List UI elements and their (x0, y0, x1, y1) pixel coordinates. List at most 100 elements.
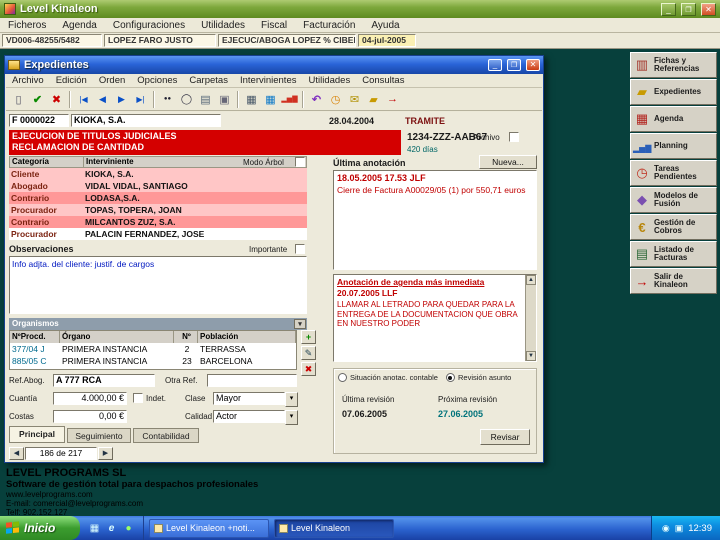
procedure-row[interactable]: 377/04 J PRIMERA INSTANCIA 2 TERRASSA (10, 343, 296, 355)
revisar-button[interactable]: Revisar (480, 429, 530, 445)
quick-ref-field[interactable]: VD006-48255/5482 (2, 34, 102, 47)
next-record-icon[interactable] (112, 90, 131, 109)
binoculars-search-icon[interactable] (158, 90, 177, 109)
menu-intervinientes[interactable]: Intervinientes (234, 75, 303, 86)
menu-consultas[interactable]: Consultas (356, 75, 410, 86)
scroll-down-icon[interactable]: ▼ (526, 351, 536, 361)
tab-contabilidad[interactable]: Contabilidad (133, 428, 199, 443)
exit-icon[interactable] (383, 90, 402, 109)
party-row[interactable]: Cliente KIOKA, S.A. (9, 168, 307, 180)
history-clock-icon[interactable] (326, 90, 345, 109)
procedure-add-button[interactable] (301, 330, 316, 344)
close-button[interactable] (526, 59, 540, 71)
taskbar-item-kinaleon-secondary[interactable]: Level Kinaleon +noti... (149, 518, 269, 538)
calculator-icon[interactable] (242, 90, 261, 109)
case-code-field[interactable]: F 0000022 (9, 114, 69, 127)
previous-record-icon[interactable] (93, 90, 112, 109)
procedure-row[interactable]: 885/05 C PRIMERA INSTANCIA 23 BARCELONA (10, 355, 296, 367)
print-icon[interactable] (215, 90, 234, 109)
party-row[interactable]: Contrario MILCANTOS ZUZ, S.A. (9, 216, 307, 228)
menu-utilidades[interactable]: Utilidades (302, 75, 356, 86)
ref-abog-field[interactable]: A 777 RCA (53, 374, 155, 387)
maximize-button[interactable] (681, 2, 696, 16)
restore-button[interactable] (507, 59, 521, 71)
case-client-field[interactable]: KIOKA, S.A. (71, 114, 221, 127)
table-icon[interactable] (261, 90, 280, 109)
chevron-down-icon[interactable]: ▾ (285, 410, 298, 425)
preview-icon[interactable] (196, 90, 215, 109)
nueva-anotacion-button[interactable]: Nueva... (479, 155, 537, 169)
radio-selected-icon[interactable] (445, 373, 455, 382)
chart-icon[interactable] (280, 90, 299, 109)
sidebar-item-gestion-cobros[interactable]: Gestión de Cobros (630, 214, 717, 240)
sidebar-item-tareas-pendientes[interactable]: Tareas Pendientes (630, 160, 717, 186)
chevron-down-icon[interactable]: ▾ (294, 319, 306, 329)
sidebar-item-planning[interactable]: Planning (630, 133, 717, 159)
menu-fiscal[interactable]: Fiscal (253, 20, 295, 31)
start-button[interactable]: Inicio (0, 516, 80, 540)
zoom-icon[interactable] (177, 90, 196, 109)
scrollbar[interactable]: ▲ ▼ (525, 275, 536, 361)
messenger-icon[interactable]: ● (122, 523, 135, 534)
mail-icon[interactable] (345, 90, 364, 109)
otra-ref-field[interactable] (207, 374, 297, 387)
menu-carpetas[interactable]: Carpetas (183, 75, 234, 86)
quick-subject-field[interactable]: EJECUC/ABOGA LOPEZ % CIBER (218, 34, 356, 47)
undo-icon[interactable] (307, 90, 326, 109)
situacion-contable-option[interactable]: Situación anotac. contable (338, 373, 438, 382)
next-record-button[interactable] (98, 447, 113, 460)
menu-ayuda[interactable]: Ayuda (363, 20, 407, 31)
sidebar-item-salir[interactable]: Salir de Kinaleon (630, 268, 717, 294)
menu-opciones[interactable]: Opciones (131, 75, 183, 86)
sidebar-item-agenda[interactable]: Agenda (630, 106, 717, 132)
menu-configuraciones[interactable]: Configuraciones (105, 20, 193, 31)
importante-checkbox[interactable] (295, 244, 305, 254)
revision-asunto-option[interactable]: Revisión asunto (445, 373, 511, 382)
menu-agenda[interactable]: Agenda (54, 20, 104, 31)
browser-icon[interactable]: e (105, 523, 118, 534)
first-record-icon[interactable] (74, 90, 93, 109)
agenda-box[interactable]: Anotación de agenda más inmediata 20.07.… (333, 274, 537, 362)
clase-select[interactable]: Mayor (213, 392, 285, 405)
party-row[interactable]: Procurador TOPAS, TOPERA, JOAN (9, 204, 307, 216)
tree-mode-checkbox[interactable] (295, 157, 305, 167)
main-window-titlebar[interactable]: Level Kinaleon (0, 0, 720, 18)
party-row[interactable]: Abogado VIDAL VIDAL, SANTIAGO (9, 180, 307, 192)
show-desktop-icon[interactable]: ▦ (88, 523, 101, 534)
menu-edicion[interactable]: Edición (50, 75, 93, 86)
costas-field[interactable]: 0,00 € (53, 410, 127, 423)
archive-checkbox[interactable] (509, 132, 519, 142)
network-icon[interactable]: ▣ (675, 523, 684, 534)
indet-checkbox[interactable] (133, 393, 143, 403)
minimize-button[interactable] (661, 2, 676, 16)
sidebar-item-listado-facturas[interactable]: Listado de Facturas (630, 241, 717, 267)
menu-facturacion[interactable]: Facturación (295, 20, 363, 31)
tab-principal[interactable]: Principal (9, 426, 65, 443)
party-row[interactable]: Contrario LODASA,S.A. (9, 192, 307, 204)
menu-archivo[interactable]: Archivo (6, 75, 50, 86)
organismos-section-header[interactable]: Organismos ▾ (9, 318, 307, 330)
annotation-box[interactable]: 18.05.2005 17.53 JLF Cierre de Factura A… (333, 170, 537, 270)
scroll-up-icon[interactable]: ▲ (526, 275, 536, 285)
close-button[interactable] (701, 2, 716, 16)
last-record-icon[interactable] (131, 90, 150, 109)
sidebar-item-fichas-referencias[interactable]: Fichas y Referencias (630, 52, 717, 78)
sidebar-item-modelos-fusion[interactable]: Modelos de Fusión (630, 187, 717, 213)
volume-icon[interactable]: ◉ (662, 523, 670, 534)
minimize-button[interactable] (488, 59, 502, 71)
save-icon[interactable] (28, 90, 47, 109)
quick-date-field[interactable]: 04-jul-2005 (358, 34, 416, 47)
sidebar-item-expedientes[interactable]: Expedientes (630, 79, 717, 105)
tab-seguimiento[interactable]: Seguimiento (67, 428, 131, 443)
menu-utilidades[interactable]: Utilidades (193, 20, 253, 31)
calidad-select[interactable]: Actor (213, 410, 285, 423)
procedure-delete-button[interactable] (301, 362, 316, 376)
chevron-down-icon[interactable]: ▾ (285, 392, 298, 407)
new-record-icon[interactable] (9, 90, 28, 109)
party-row[interactable]: Procurador PALACIN FERNANDEZ, JOSE (9, 228, 307, 240)
menu-ficheros[interactable]: Ficheros (0, 20, 54, 31)
radio-icon[interactable] (338, 373, 347, 382)
delete-icon[interactable] (47, 90, 66, 109)
cuantia-field[interactable]: 4.000,00 € (53, 392, 127, 405)
folders-icon[interactable] (364, 90, 383, 109)
